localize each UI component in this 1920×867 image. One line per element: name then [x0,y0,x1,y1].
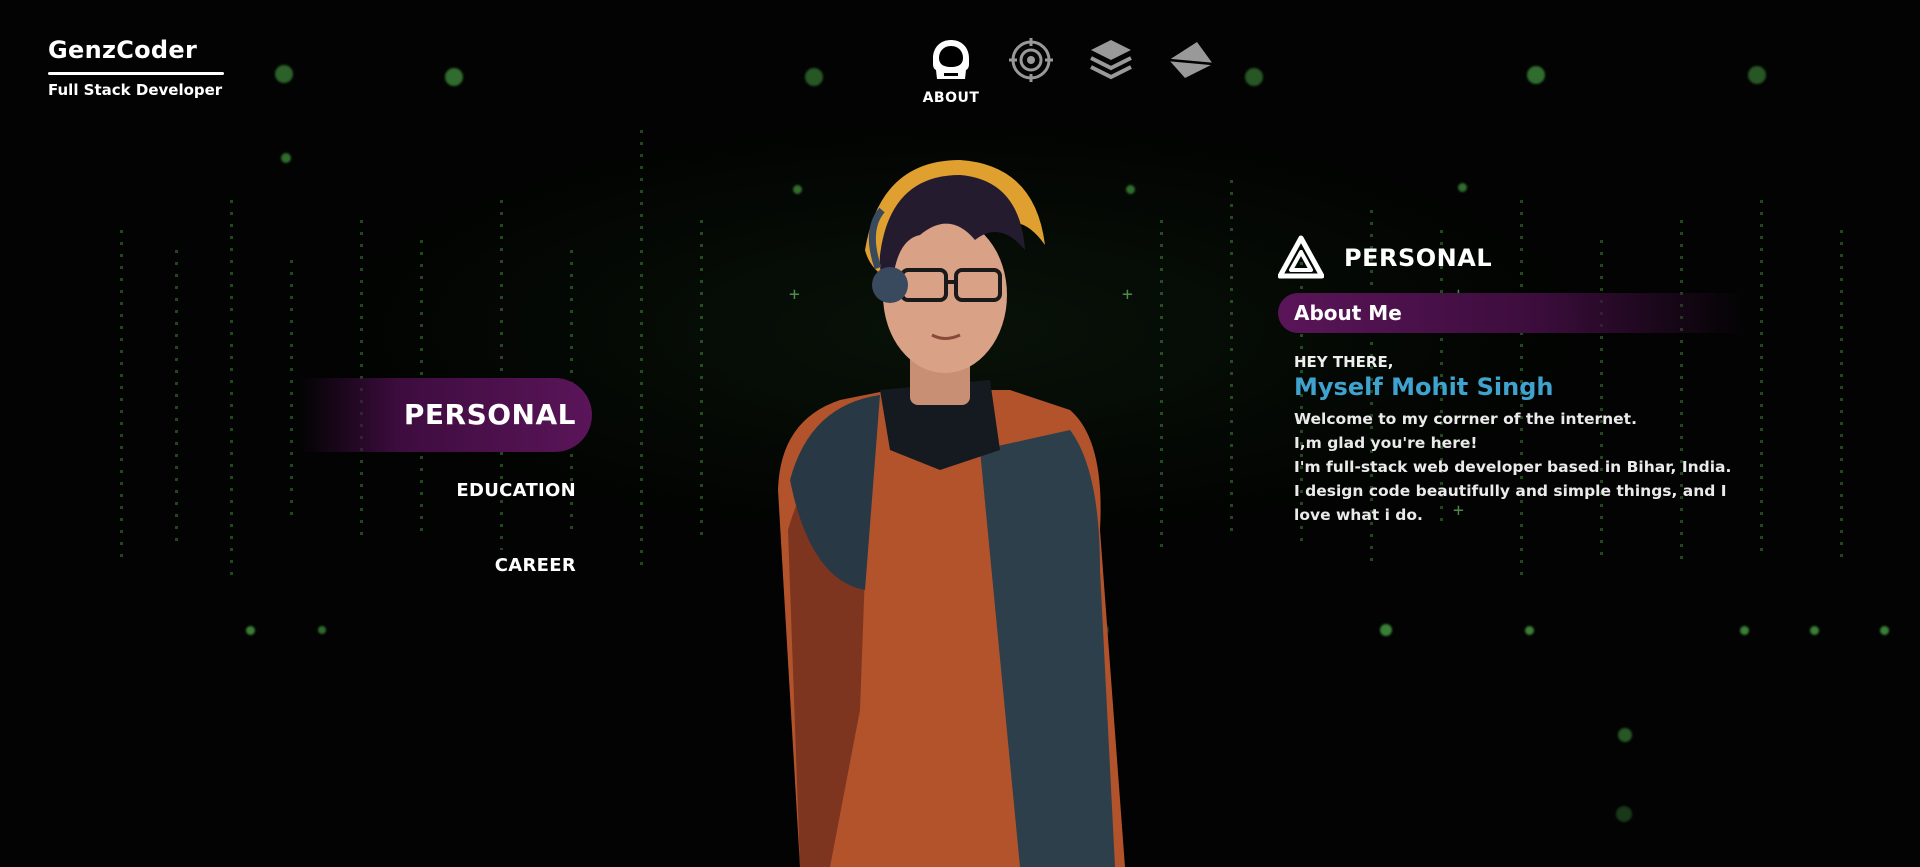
brand-tagline: Full Stack Developer [48,81,223,99]
nav-item-contact[interactable] [1166,36,1216,84]
sidebar-item-education[interactable]: EDUCATION [456,480,576,501]
nav-item-projects[interactable] [1086,36,1136,84]
brand-underline [48,72,224,75]
brand: GenzCoder Full Stack Developer [48,36,224,99]
intro-line: Welcome to my corrner of the internet. [1294,410,1637,428]
target-icon [1009,38,1053,82]
section-title: About Me [1294,301,1402,325]
nav-item-about[interactable]: ABOUT [923,36,979,106]
panel-header: PERSONAL [1278,235,1748,281]
nav-item-skills[interactable] [1006,36,1056,84]
intro-line: I,m glad you're here! [1294,434,1478,452]
nav-label-about: ABOUT [922,90,980,106]
sidebar-item-career[interactable]: CAREER [495,555,576,576]
panel-title: PERSONAL [1344,244,1493,272]
top-navigation: ABOUT [923,36,1216,106]
person-name: Myself Mohit Singh [1294,373,1554,401]
intro-text: Welcome to my corrner of the internet. I… [1294,407,1734,527]
brand-name[interactable]: GenzCoder [48,36,224,64]
triangle-logo-icon [1278,235,1324,279]
about-panel: PERSONAL About Me HEY THERE, Myself Mohi… [1278,235,1748,527]
greeting-text: HEY THERE, [1294,353,1394,371]
avatar-illustration [778,160,1125,867]
intro-line: I'm full-stack web developer based in Bi… [1294,458,1732,524]
sidebar-item-personal[interactable]: PERSONAL [298,378,592,452]
sidebar-label-personal: PERSONAL [403,398,576,431]
envelope-icon [1168,42,1214,78]
astronaut-helmet-icon [933,40,969,79]
section-header-about-me: About Me [1278,293,1748,333]
layers-icon [1090,40,1132,80]
